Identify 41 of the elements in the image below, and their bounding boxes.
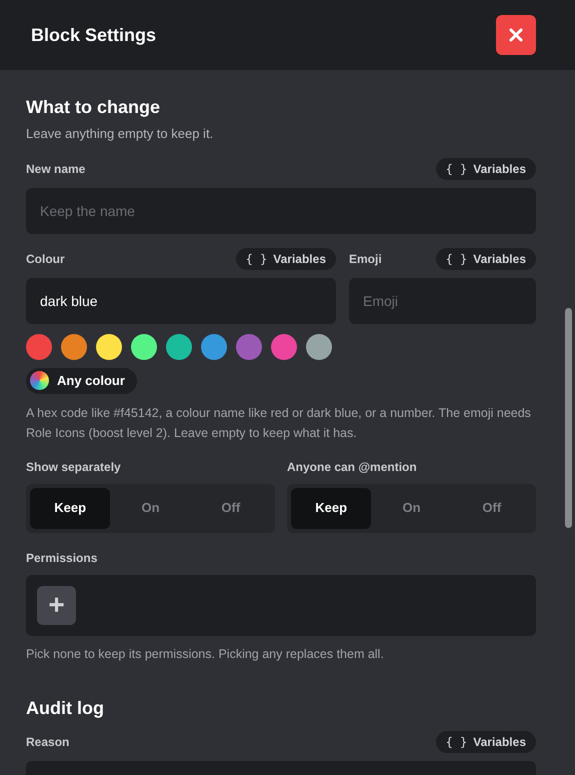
close-icon — [508, 27, 524, 43]
add-button[interactable]: + — [37, 586, 76, 624]
colour-swatch[interactable] — [201, 334, 227, 360]
colour-swatch[interactable] — [271, 334, 297, 360]
name-field[interactable]: Keep the name — [26, 188, 536, 234]
variables-button[interactable]: { } Variables — [236, 248, 336, 270]
variables-button[interactable]: { } Variables — [436, 248, 536, 270]
scrollbar-thumb[interactable] — [565, 308, 572, 528]
colour-swatch[interactable] — [166, 334, 192, 360]
field-label: Reason — [26, 734, 70, 752]
colour-wheel-icon — [30, 371, 49, 390]
segment-option[interactable]: Off — [190, 488, 271, 528]
section-heading: Audit log — [26, 697, 105, 720]
emoji-field[interactable]: Emoji — [349, 278, 536, 324]
help-text: Pick none to keep its permissions. Picking any replaces them all. — [26, 646, 385, 663]
field-label: Anyone can @mention — [287, 458, 418, 476]
colour-swatch[interactable] — [131, 334, 157, 360]
field-label: Colour — [26, 250, 65, 268]
field-label: Show separately — [26, 458, 122, 476]
colour-swatch[interactable] — [306, 334, 332, 360]
colour-swatch[interactable] — [26, 334, 52, 360]
colour-swatch[interactable] — [61, 334, 87, 360]
help-text: A hex code like #f45142, a colour name like red or dark blue, or a number. The emoji needs Role Icons (boost level 2). Leave empty to keep what it has. — [26, 404, 532, 442]
section-description: Leave anything empty to keep it. — [26, 125, 214, 143]
colour-field[interactable]: dark blue — [26, 278, 336, 324]
segment-option[interactable]: Keep — [30, 488, 110, 528]
variables-button[interactable]: { } Variables — [436, 731, 536, 754]
close-button[interactable] — [496, 15, 536, 55]
window-title: Block Settings — [31, 24, 156, 47]
field-label: New name — [26, 160, 86, 178]
variables-button[interactable]: { } Variables — [436, 158, 536, 180]
segment-option[interactable]: On — [371, 488, 452, 528]
segment-option[interactable]: Keep — [291, 488, 372, 528]
segment-option[interactable]: Off — [452, 488, 532, 528]
segment-option[interactable]: On — [110, 488, 191, 528]
field-label: Permissions — [26, 550, 98, 566]
section-heading: What to change — [26, 96, 161, 118]
any-colour-button[interactable]: Any colour — [26, 368, 137, 394]
colour-swatch[interactable] — [96, 334, 122, 360]
field-label: Emoji — [349, 250, 382, 268]
colour-swatch[interactable] — [236, 334, 262, 360]
